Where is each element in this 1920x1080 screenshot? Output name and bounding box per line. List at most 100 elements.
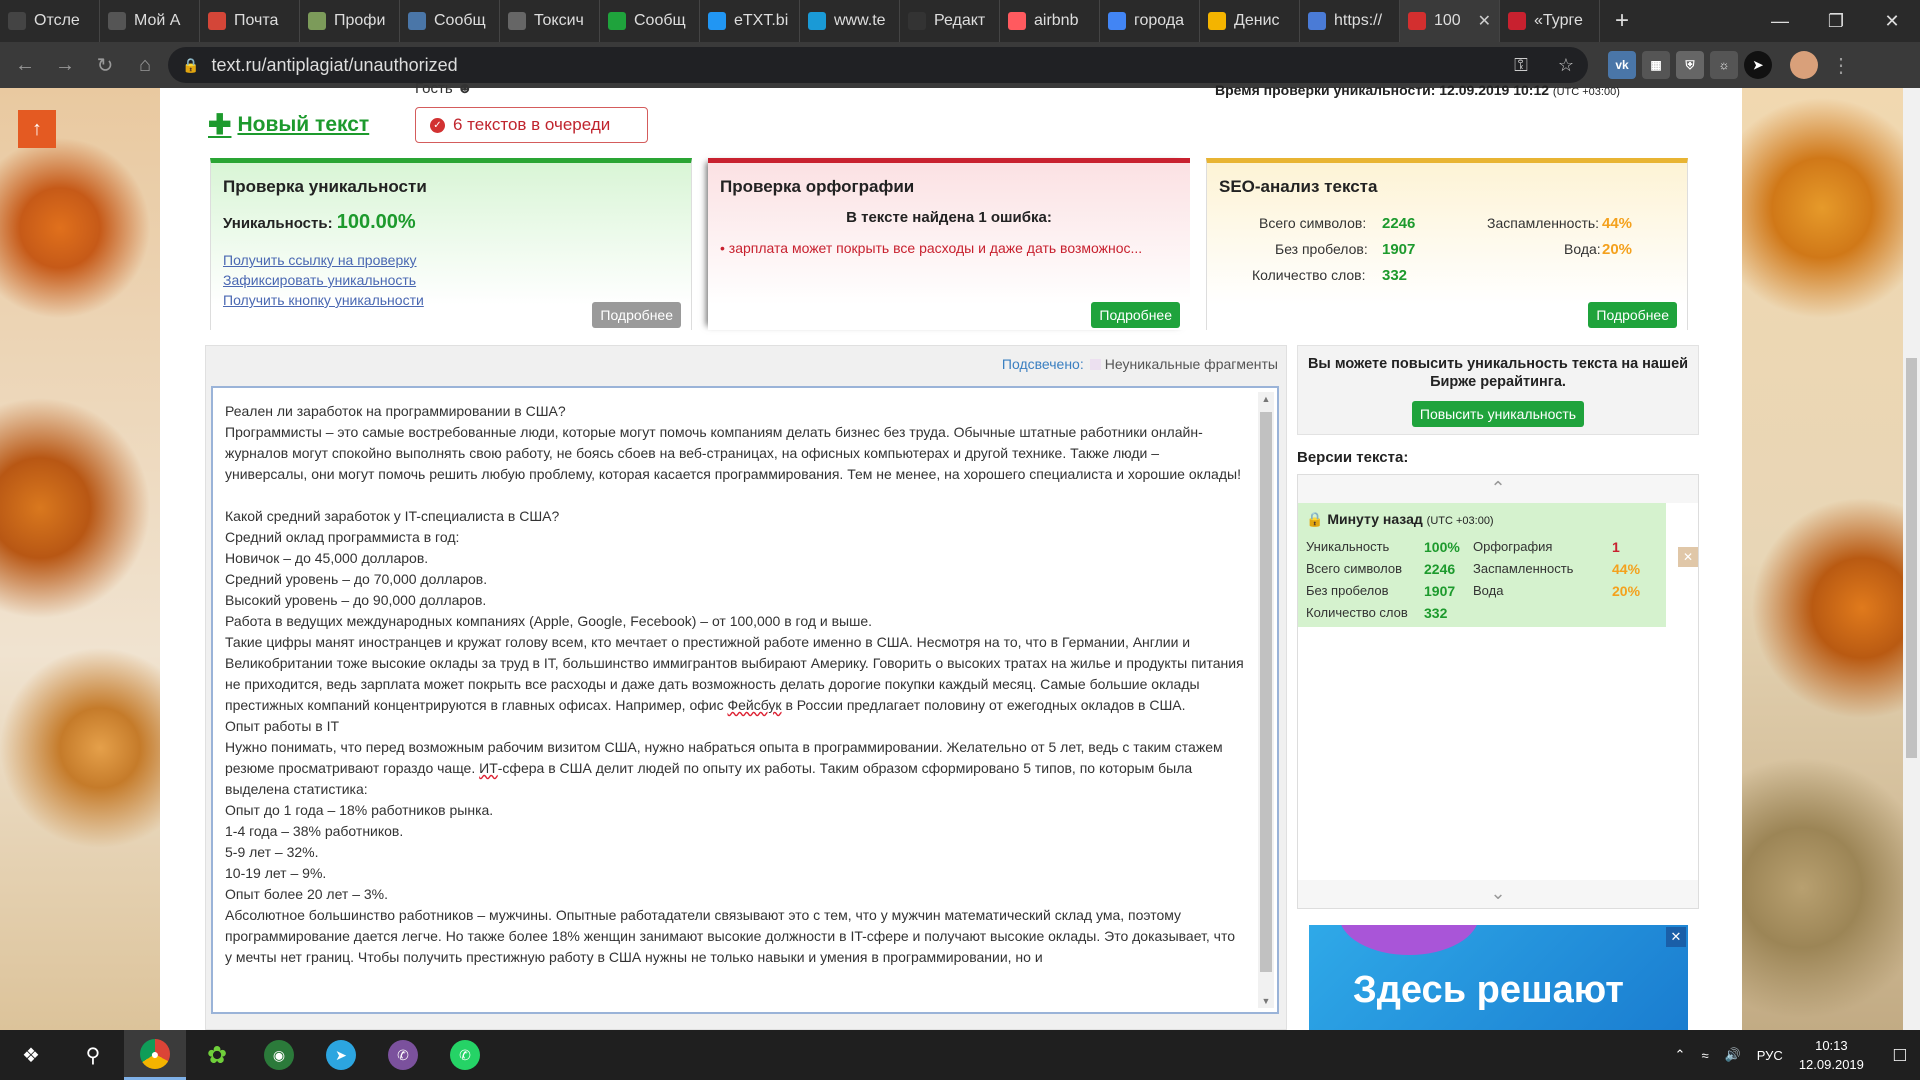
notifications-icon[interactable]: □	[1894, 1044, 1906, 1067]
chevron-down-icon[interactable]: ⌄	[1298, 880, 1698, 908]
tab-favicon-icon	[1008, 12, 1026, 30]
bookmark-star-icon[interactable]: ☆	[1558, 55, 1574, 76]
version-spell-label: Орфография	[1473, 539, 1553, 554]
telegram-icon[interactable]: ➤	[310, 1030, 372, 1080]
vk-extension-icon[interactable]: vk	[1608, 51, 1636, 79]
chevron-up-icon[interactable]: ⌃	[1675, 1047, 1686, 1063]
seo-water-label: Вода:	[1564, 241, 1601, 257]
address-bar: ← → ↻ ⌂ 🔒 text.ru/antiplagiat/unauthoriz…	[0, 42, 1920, 88]
spelling-error[interactable]: • зарплата может покрыть все расходы и д…	[720, 240, 1190, 256]
viber-icon[interactable]: ✆	[372, 1030, 434, 1080]
browser-tab[interactable]: Сообщ	[400, 0, 500, 42]
seo-words-value: 332	[1382, 267, 1408, 284]
page-scroll-thumb[interactable]	[1906, 358, 1917, 758]
page-scrollbar[interactable]	[1903, 88, 1920, 1030]
browser-tab[interactable]: https://	[1300, 0, 1400, 42]
tab-favicon-icon	[1508, 12, 1526, 30]
ad-close-icon[interactable]: ✕	[1666, 927, 1686, 947]
guest-label: Гость ☻	[415, 80, 473, 97]
ad-banner[interactable]: Здесь решают ✕	[1309, 925, 1688, 1030]
check-icon: ✓	[430, 117, 445, 133]
close-tab-icon[interactable]: ✕	[1478, 11, 1491, 31]
extension-icon[interactable]: ☼	[1710, 51, 1738, 79]
whatsapp-icon[interactable]: ✆	[434, 1030, 496, 1080]
scroll-up-arrow-icon[interactable]: ▲	[1258, 394, 1274, 404]
delete-version-icon[interactable]: ✕	[1678, 547, 1698, 567]
version-spell-value: 1	[1612, 539, 1620, 555]
volume-icon[interactable]: 🔊	[1725, 1047, 1741, 1063]
icq-icon[interactable]: ✿	[186, 1030, 248, 1080]
minimize-icon[interactable]: —	[1752, 0, 1808, 42]
wifi-icon[interactable]: ≈	[1701, 1048, 1708, 1063]
key-icon[interactable]: ⚿	[1514, 55, 1528, 76]
spelling-found: В тексте найдена 1 ошибка:	[846, 209, 1052, 226]
back-icon[interactable]: ←	[8, 48, 42, 82]
extension-icon[interactable]: ➤	[1744, 51, 1772, 79]
browser-tab[interactable]: Токсич	[500, 0, 600, 42]
seo-total-label: Всего символов:	[1259, 215, 1367, 231]
get-check-link[interactable]: Получить ссылку на проверку	[223, 250, 691, 270]
spelling-more-button[interactable]: Подробнее	[1091, 302, 1180, 328]
restore-icon[interactable]: ❐	[1808, 0, 1864, 42]
tab-favicon-icon	[8, 12, 26, 30]
tab-favicon-icon	[908, 12, 926, 30]
browser-tab[interactable]: города	[1100, 0, 1200, 42]
url-input[interactable]: 🔒 text.ru/antiplagiat/unauthorized ⚿ ☆	[168, 47, 1588, 83]
home-icon[interactable]: ⌂	[128, 48, 162, 82]
tab-label: Профи	[334, 12, 386, 29]
clock[interactable]: 10:13 12.09.2019	[1799, 1036, 1864, 1074]
windows-start-icon[interactable]: ❖	[0, 1030, 62, 1080]
browser-tab[interactable]: 100 ✕	[1400, 0, 1500, 42]
increase-uniqueness-button[interactable]: Повысить уникальность	[1411, 401, 1585, 427]
version-spam-value: 44%	[1612, 561, 1641, 577]
tab-favicon-icon	[308, 12, 326, 30]
menu-icon[interactable]: ⋮	[1824, 48, 1858, 82]
browser-tab-bar: Отсле Мой А Почта Профи Сообщ Токсич Сообщ eTXT…	[0, 0, 1920, 42]
version-spam-label: Заспамленность	[1473, 561, 1574, 576]
shield-extension-icon[interactable]: ⛨	[1676, 51, 1704, 79]
close-window-icon[interactable]: ✕	[1864, 0, 1920, 42]
tab-favicon-icon	[108, 12, 126, 30]
version-nospace-label: Без пробелов	[1306, 583, 1389, 598]
scroll-up-icon[interactable]: ↑	[18, 110, 56, 148]
browser-tab[interactable]: Сообщ	[600, 0, 700, 42]
uniqueness-more-button[interactable]: Подробнее	[592, 302, 681, 328]
seo-water-value: 20%	[1602, 241, 1633, 258]
text-area[interactable]: Реален ли заработок на программировании …	[211, 386, 1279, 1014]
browser-tab[interactable]: Профи	[300, 0, 400, 42]
uniqueness-value: Уникальность: 100.00%	[223, 211, 416, 233]
forward-icon[interactable]: →	[48, 48, 82, 82]
browser-tab[interactable]: www.te	[800, 0, 900, 42]
chrome-icon[interactable]: ●	[124, 1030, 186, 1080]
scroll-thumb[interactable]	[1260, 412, 1272, 972]
promo-text: Вы можете повысить уникальность текста н…	[1307, 356, 1689, 390]
main-page: Гость ☻ Время проверки уникальности: 12.…	[160, 80, 1742, 1030]
browser-tab[interactable]: Мой А	[100, 0, 200, 42]
version-item[interactable]: 🔒 Минуту назад (UTC +03:00) Уникальность…	[1298, 503, 1698, 627]
language-indicator[interactable]: РУС	[1757, 1048, 1783, 1063]
new-text-link[interactable]: ✚ Новый текст	[208, 111, 369, 139]
text-scrollbar[interactable]: ▲ ▼	[1258, 392, 1274, 1008]
browser-icon[interactable]: ◉	[248, 1030, 310, 1080]
browser-tab[interactable]: eTXT.bi	[700, 0, 800, 42]
seo-more-button[interactable]: Подробнее	[1588, 302, 1677, 328]
profile-avatar[interactable]	[1790, 51, 1818, 79]
text-content[interactable]: Реален ли заработок на программировании …	[225, 401, 1245, 968]
browser-tab[interactable]: «Турге	[1500, 0, 1600, 42]
browser-tab[interactable]: Денис	[1200, 0, 1300, 42]
search-icon[interactable]: ⚲	[62, 1030, 124, 1080]
browser-tab[interactable]: Почта	[200, 0, 300, 42]
browser-tab[interactable]: Отсле	[0, 0, 100, 42]
browser-tab[interactable]: airbnb	[1000, 0, 1100, 42]
extension-icon[interactable]: ▦	[1642, 51, 1670, 79]
browser-tab[interactable]: Редакт	[900, 0, 1000, 42]
reload-icon[interactable]: ↻	[88, 48, 122, 82]
chevron-up-icon[interactable]: ⌃	[1298, 475, 1698, 503]
new-tab-button[interactable]: +	[1600, 7, 1644, 35]
tab-label: 100	[1434, 12, 1461, 29]
version-water-value: 20%	[1612, 583, 1641, 599]
window-controls: — ❐ ✕	[1752, 0, 1920, 42]
queue-indicator[interactable]: ✓ 6 текстов в очереди	[415, 107, 648, 143]
fix-uniqueness-link[interactable]: Зафиксировать уникальность	[223, 270, 691, 290]
scroll-down-arrow-icon[interactable]: ▼	[1258, 996, 1274, 1006]
